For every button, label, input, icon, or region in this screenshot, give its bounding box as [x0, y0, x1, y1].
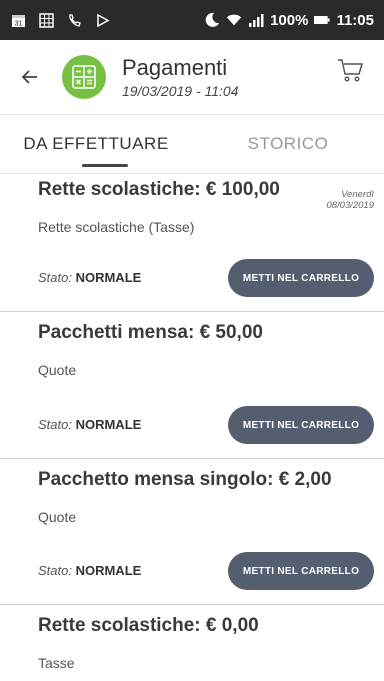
- signal-icon: [248, 12, 264, 28]
- payment-title: Rette scolastiche: € 0,00: [38, 615, 259, 636]
- payment-status: Stato: NORMALE: [38, 563, 141, 578]
- battery-icon: [314, 12, 331, 28]
- payment-description: Quote: [38, 509, 77, 525]
- payment-description: Quote: [38, 362, 77, 378]
- add-to-cart-button[interactable]: METTI NEL CARRELLO: [228, 406, 374, 444]
- payment-item: Pacchetti mensa: € 50,00 Quote Stato: NO…: [0, 312, 384, 459]
- page-title: Pagamenti: [122, 55, 228, 80]
- status-label: Stato:: [38, 417, 72, 432]
- add-to-cart-button[interactable]: METTI NEL CARRELLO: [228, 552, 374, 590]
- moon-icon: [204, 12, 220, 28]
- payment-day: Venerdì: [341, 189, 374, 200]
- payments-list: Rette scolastiche: € 100,00 Venerdì 08/0…: [0, 175, 384, 681]
- status-value: NORMALE: [75, 563, 142, 578]
- payment-title: Pacchetti mensa: € 50,00: [38, 322, 263, 343]
- payment-item: Pacchetto mensa singolo: € 2,00 Quote St…: [0, 459, 384, 605]
- payment-date: Venerdì 08/03/2019: [326, 189, 374, 211]
- payment-description: Rette scolastiche (Tasse): [38, 219, 195, 235]
- active-tab-indicator: [82, 164, 128, 167]
- add-to-cart-button[interactable]: METTI NEL CARRELLO: [228, 259, 374, 297]
- payments-app-icon: [62, 55, 106, 99]
- payment-description: Tasse: [38, 655, 75, 671]
- status-bar: 31 100% 11:05: [0, 0, 384, 40]
- wifi-icon: [226, 12, 242, 28]
- clock: 11:05: [336, 11, 374, 29]
- status-label: Stato:: [38, 563, 72, 578]
- payment-item: Rette scolastiche: € 100,00 Venerdì 08/0…: [0, 175, 384, 312]
- status-value: NORMALE: [75, 270, 142, 285]
- grid-icon: [38, 12, 54, 28]
- payment-status: Stato: NORMALE: [38, 270, 141, 285]
- phone-icon: [66, 12, 82, 28]
- tab-label: DA EFFETTUARE: [23, 134, 169, 153]
- payment-title: Rette scolastiche: € 100,00: [38, 179, 280, 200]
- payment-title: Pacchetto mensa singolo: € 2,00: [38, 469, 332, 490]
- payment-date-value: 08/03/2019: [326, 200, 374, 211]
- status-label: Stato:: [38, 270, 72, 285]
- calendar-icon: 31: [10, 12, 26, 28]
- tab-bar: DA EFFETTUARE STORICO: [0, 114, 384, 174]
- back-arrow-icon[interactable]: [8, 55, 52, 99]
- payment-item: Rette scolastiche: € 0,00 Tasse: [0, 605, 384, 681]
- page-subtitle: 19/03/2019 - 11:04: [122, 83, 239, 99]
- payment-status: Stato: NORMALE: [38, 417, 141, 432]
- battery-percent: 100%: [270, 11, 309, 29]
- tab-storico[interactable]: STORICO: [192, 115, 384, 173]
- cart-icon[interactable]: [334, 54, 368, 88]
- app-header: Pagamenti 19/03/2019 - 11:04: [0, 40, 384, 114]
- play-icon: [94, 12, 110, 28]
- status-value: NORMALE: [75, 417, 142, 432]
- tab-label: STORICO: [247, 134, 329, 153]
- svg-text:31: 31: [14, 20, 22, 27]
